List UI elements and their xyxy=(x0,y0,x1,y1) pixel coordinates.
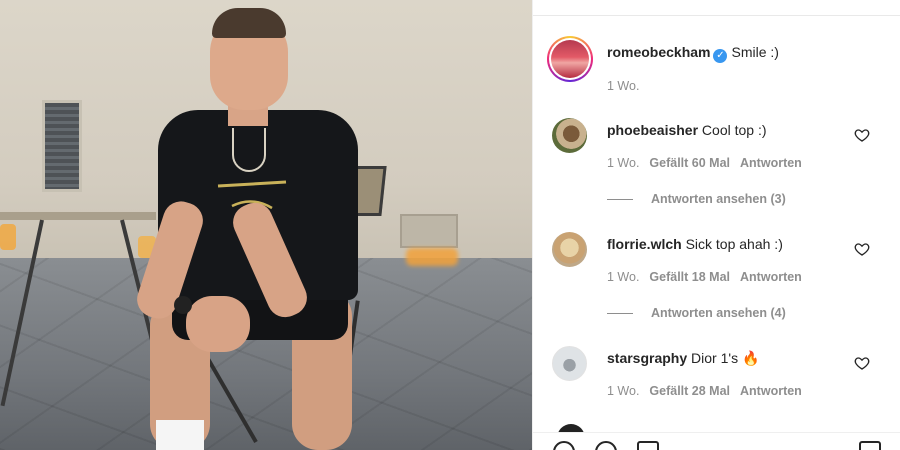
comment-avatar[interactable] xyxy=(552,118,587,153)
comment-age[interactable]: 1 Wo. xyxy=(607,156,639,170)
view-replies[interactable]: Antworten ansehen (3) xyxy=(607,192,786,206)
photo-watch xyxy=(174,296,192,314)
comment-text: Cool top :) xyxy=(701,122,767,138)
comment-icon[interactable] xyxy=(595,441,617,450)
view-replies[interactable]: Antworten ansehen (4) xyxy=(607,306,786,320)
replies-line xyxy=(607,312,633,314)
comment-meta: 1 Wo. Gefällt 60 Mal Antworten xyxy=(607,156,812,170)
comment-text: Sick top ahah :) xyxy=(685,236,783,252)
comment-username[interactable]: phoebeaisher xyxy=(607,122,698,138)
comment-meta: 1 Wo. Gefällt 28 Mal Antworten xyxy=(607,384,812,398)
comment-likes[interactable]: Gefällt 28 Mal xyxy=(649,384,730,398)
photo-necklace xyxy=(232,128,266,172)
view-replies-label[interactable]: Antworten ansehen (4) xyxy=(651,306,786,320)
comment-meta: 1 Wo. Gefällt 18 Mal Antworten xyxy=(607,270,812,284)
photo-table xyxy=(0,212,156,220)
caption-age[interactable]: 1 Wo. xyxy=(607,79,639,93)
action-bar xyxy=(533,432,900,450)
reply-button[interactable]: Antworten xyxy=(740,156,802,170)
panel-divider xyxy=(533,15,900,16)
reply-button[interactable]: Antworten xyxy=(740,384,802,398)
comment-avatar[interactable] xyxy=(552,232,587,267)
comments-panel: romeobeckham ✓ Smile :) 1 Wo. phoebeaisher… xyxy=(532,0,900,450)
share-icon[interactable] xyxy=(637,441,659,450)
photo-wall-vent xyxy=(400,214,458,248)
photo-window-shutter xyxy=(42,100,82,192)
comment-row: florrie.wlch Sick top ahah :) xyxy=(607,236,783,252)
photo-lamp xyxy=(0,224,16,250)
caption-row: romeobeckham ✓ Smile :) xyxy=(607,44,779,63)
comment-row: starsgraphy Dior 1's 🔥 xyxy=(607,350,759,367)
replies-line xyxy=(607,198,633,200)
author-avatar[interactable] xyxy=(547,36,593,82)
photo-person-hands xyxy=(186,296,250,352)
reply-button[interactable]: Antworten xyxy=(740,270,802,284)
heart-icon[interactable] xyxy=(854,241,870,257)
comment-age[interactable]: 1 Wo. xyxy=(607,270,639,284)
comment-username[interactable]: florrie.wlch xyxy=(607,236,682,252)
verified-badge-icon: ✓ xyxy=(713,49,728,63)
comment-age[interactable]: 1 Wo. xyxy=(607,384,639,398)
heart-icon[interactable] xyxy=(854,127,870,143)
comment-text: Dior 1's 🔥 xyxy=(691,350,760,366)
bookmark-icon[interactable] xyxy=(859,441,881,450)
caption-meta: 1 Wo. xyxy=(607,79,649,93)
view-replies-label[interactable]: Antworten ansehen (3) xyxy=(651,192,786,206)
comment-username[interactable]: starsgraphy xyxy=(607,350,687,366)
comment-row: phoebeaisher Cool top :) xyxy=(607,122,767,138)
photo-lamp xyxy=(406,248,458,266)
author-username[interactable]: romeobeckham xyxy=(607,44,710,60)
heart-icon[interactable] xyxy=(854,355,870,371)
post-photo[interactable] xyxy=(0,0,532,450)
photo-person-hair xyxy=(212,8,286,38)
comment-likes[interactable]: Gefällt 18 Mal xyxy=(649,270,730,284)
photo-person-sock xyxy=(156,420,204,450)
caption-text: Smile :) xyxy=(731,44,779,60)
comment-avatar[interactable] xyxy=(552,346,587,381)
heart-icon[interactable] xyxy=(553,441,575,450)
comment-likes[interactable]: Gefällt 60 Mal xyxy=(649,156,730,170)
